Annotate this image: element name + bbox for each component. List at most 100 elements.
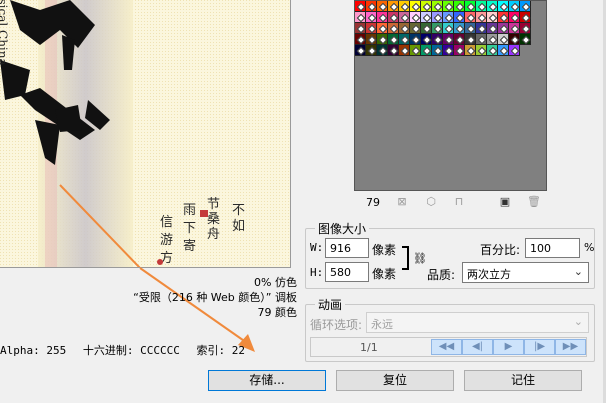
lock-icon[interactable]: ⊓ (453, 196, 465, 208)
width-input[interactable] (325, 238, 369, 258)
color-swatch[interactable] (520, 12, 531, 23)
color-swatch[interactable] (487, 23, 498, 34)
color-swatch[interactable] (432, 23, 443, 34)
color-swatch[interactable] (388, 34, 399, 45)
loop-select[interactable]: 永远 ⌄ (366, 312, 589, 333)
color-swatch[interactable] (432, 12, 443, 23)
color-swatch[interactable] (509, 23, 520, 34)
color-swatch[interactable] (410, 12, 421, 23)
delete-icon[interactable]: 🗑 (527, 196, 541, 208)
color-swatch[interactable] (476, 34, 487, 45)
last-frame-button[interactable]: ▶▶ (555, 339, 586, 355)
map-transparent-icon[interactable]: ⊠ (396, 196, 408, 208)
quality-select[interactable]: 两次立方 ⌄ (462, 262, 589, 283)
color-swatch[interactable] (443, 23, 454, 34)
color-swatch[interactable] (377, 1, 388, 12)
color-swatch[interactable] (454, 45, 465, 56)
color-swatch[interactable] (410, 1, 421, 12)
color-swatch[interactable] (443, 34, 454, 45)
color-swatch[interactable] (476, 45, 487, 56)
color-swatch[interactable] (443, 12, 454, 23)
color-swatch[interactable] (509, 12, 520, 23)
color-swatch[interactable] (487, 45, 498, 56)
color-swatch[interactable] (410, 23, 421, 34)
optimized-preview-image[interactable]: 不如 节桑舟 雨下寄 信游方 ssical China (0, 0, 291, 268)
first-frame-button[interactable]: ◀◀ (431, 339, 462, 355)
color-swatch[interactable] (520, 34, 531, 45)
reset-button[interactable]: 复位 (336, 370, 454, 391)
color-swatch[interactable] (476, 1, 487, 12)
color-swatch[interactable] (355, 34, 366, 45)
color-swatch[interactable] (454, 1, 465, 12)
color-swatch[interactable] (509, 1, 520, 12)
color-swatch[interactable] (366, 1, 377, 12)
color-swatch[interactable] (465, 12, 476, 23)
color-swatch[interactable] (498, 34, 509, 45)
previous-frame-button[interactable]: ◀| (462, 339, 493, 355)
color-swatch[interactable] (399, 12, 410, 23)
color-swatch[interactable] (377, 34, 388, 45)
color-swatch[interactable] (454, 23, 465, 34)
color-swatch[interactable] (432, 34, 443, 45)
color-swatch[interactable] (498, 12, 509, 23)
color-swatch[interactable] (366, 12, 377, 23)
new-color-icon[interactable]: ▣ (499, 196, 511, 208)
color-swatch[interactable] (410, 34, 421, 45)
color-swatch[interactable] (421, 1, 432, 12)
color-swatch[interactable] (388, 45, 399, 56)
color-swatch[interactable] (476, 23, 487, 34)
color-swatch[interactable] (355, 23, 366, 34)
color-swatch[interactable] (399, 34, 410, 45)
height-input[interactable] (325, 262, 369, 282)
color-swatch[interactable] (399, 1, 410, 12)
color-swatch[interactable] (465, 23, 476, 34)
color-swatch[interactable] (520, 1, 531, 12)
color-swatch[interactable] (509, 34, 520, 45)
percent-input[interactable] (525, 238, 580, 258)
color-swatch[interactable] (421, 34, 432, 45)
color-swatch[interactable] (388, 12, 399, 23)
color-swatch[interactable] (366, 34, 377, 45)
color-swatch[interactable] (366, 45, 377, 56)
color-swatch[interactable] (377, 12, 388, 23)
next-frame-button[interactable]: |▶ (524, 339, 555, 355)
color-swatch[interactable] (388, 1, 399, 12)
color-swatch[interactable] (421, 12, 432, 23)
color-table[interactable] (354, 0, 547, 191)
color-swatch[interactable] (399, 45, 410, 56)
color-swatch[interactable] (355, 45, 366, 56)
web-shift-icon[interactable]: ⬡ (425, 196, 437, 208)
color-swatch[interactable] (399, 23, 410, 34)
color-swatch[interactable] (454, 34, 465, 45)
color-swatch[interactable] (421, 45, 432, 56)
color-swatch[interactable] (366, 23, 377, 34)
color-swatch[interactable] (509, 45, 520, 56)
color-swatch[interactable] (377, 45, 388, 56)
play-button[interactable]: ▶ (493, 339, 524, 355)
color-swatch[interactable] (355, 12, 366, 23)
color-swatch[interactable] (498, 45, 509, 56)
color-swatch[interactable] (443, 1, 454, 12)
color-swatch[interactable] (377, 23, 388, 34)
color-swatch[interactable] (454, 12, 465, 23)
color-swatch[interactable] (498, 23, 509, 34)
color-swatch[interactable] (520, 23, 531, 34)
constrain-link-icon[interactable]: ⛓ (413, 252, 427, 265)
color-swatch[interactable] (476, 12, 487, 23)
color-swatch[interactable] (465, 1, 476, 12)
color-swatch[interactable] (465, 45, 476, 56)
color-swatch[interactable] (410, 45, 421, 56)
color-swatch[interactable] (443, 45, 454, 56)
color-swatch[interactable] (487, 1, 498, 12)
color-swatch[interactable] (487, 12, 498, 23)
remember-button[interactable]: 记住 (464, 370, 582, 391)
color-swatch[interactable] (432, 1, 443, 12)
color-swatch[interactable] (465, 34, 476, 45)
color-swatch[interactable] (487, 34, 498, 45)
color-swatch[interactable] (432, 45, 443, 56)
color-swatch[interactable] (355, 1, 366, 12)
color-swatch[interactable] (421, 23, 432, 34)
color-swatch[interactable] (498, 1, 509, 12)
save-button[interactable]: 存储... (208, 370, 326, 391)
color-swatch[interactable] (388, 23, 399, 34)
